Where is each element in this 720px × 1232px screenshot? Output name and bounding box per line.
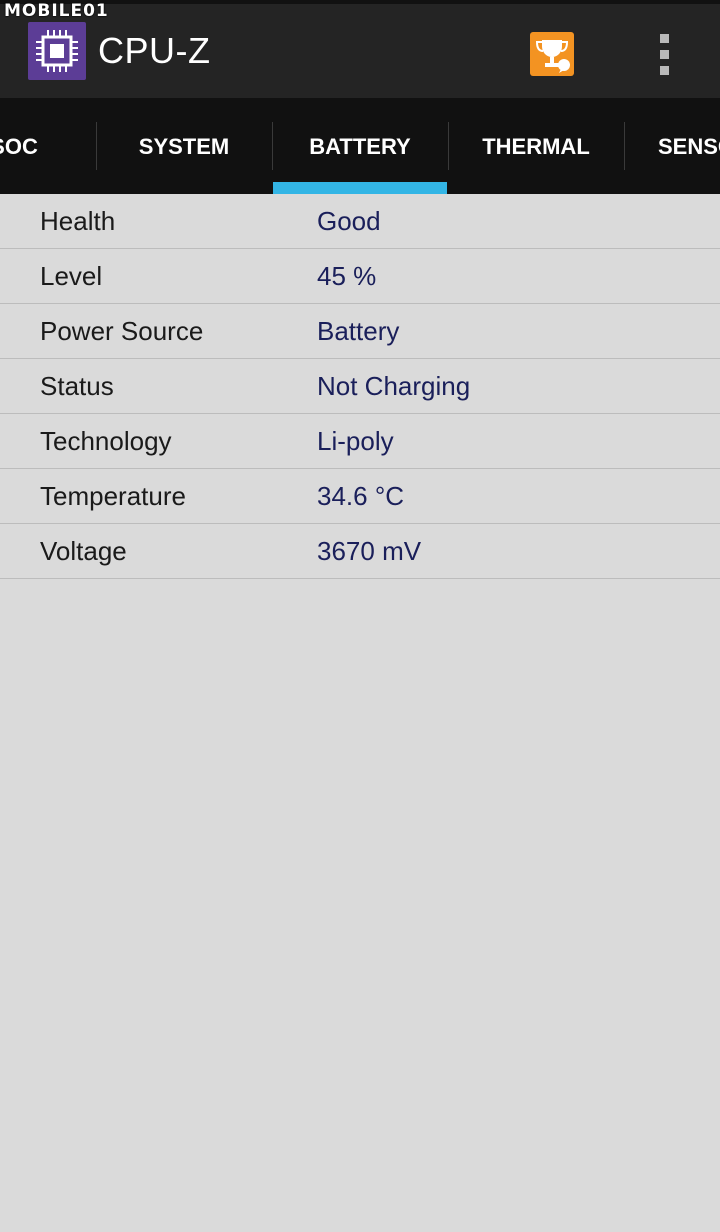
info-value: Battery [317,316,400,346]
info-value: Li-poly [317,426,394,456]
tab-thermal[interactable]: THERMAL [448,98,624,194]
info-value: Not Charging [317,371,471,401]
info-value: 3670 mV [317,536,422,566]
info-label: Power Source [40,316,204,346]
info-row-technology: Technology Li-poly [0,414,720,469]
info-value: 34.6 °C [317,481,405,511]
info-row-power-source: Power Source Battery [0,304,720,359]
info-row-health: Health Good [0,194,720,249]
info-label: Status [40,371,114,401]
trophy-icon [535,40,570,73]
app-title: CPU-Z [98,30,211,71]
cpu-z-app: CPU-Z MOBILE01 SOC SYSTEM [0,0,720,1232]
battery-info-list: Health Good Level 45 % Power Source Batt… [0,194,720,579]
info-row-voltage: Voltage 3670 mV [0,524,720,579]
cpu-chip-icon[interactable] [28,22,86,80]
tab-bar: SOC SYSTEM BATTERY THERMAL SENSORS [0,98,720,194]
watermark-logo: MOBILE01 [4,1,109,21]
info-label: Temperature [40,481,186,511]
info-row-level: Level 45 % [0,249,720,304]
info-label: Technology [40,426,172,456]
tab-sensors[interactable]: SENSORS [624,98,720,194]
info-label: Voltage [40,536,127,566]
info-label: Level [40,261,103,291]
active-tab-indicator [273,182,447,194]
info-value: 45 % [317,261,377,291]
tab-system[interactable]: SYSTEM [96,98,272,194]
overflow-menu-button[interactable] [648,30,682,78]
info-value: Good [317,206,381,236]
trophy-button[interactable] [530,32,574,76]
info-label: Health [40,206,116,236]
info-row-status: Status Not Charging [0,359,720,414]
tab-battery[interactable]: BATTERY [272,98,448,194]
info-row-temperature: Temperature 34.6 °C [0,469,720,524]
tab-soc[interactable]: SOC [0,98,102,194]
